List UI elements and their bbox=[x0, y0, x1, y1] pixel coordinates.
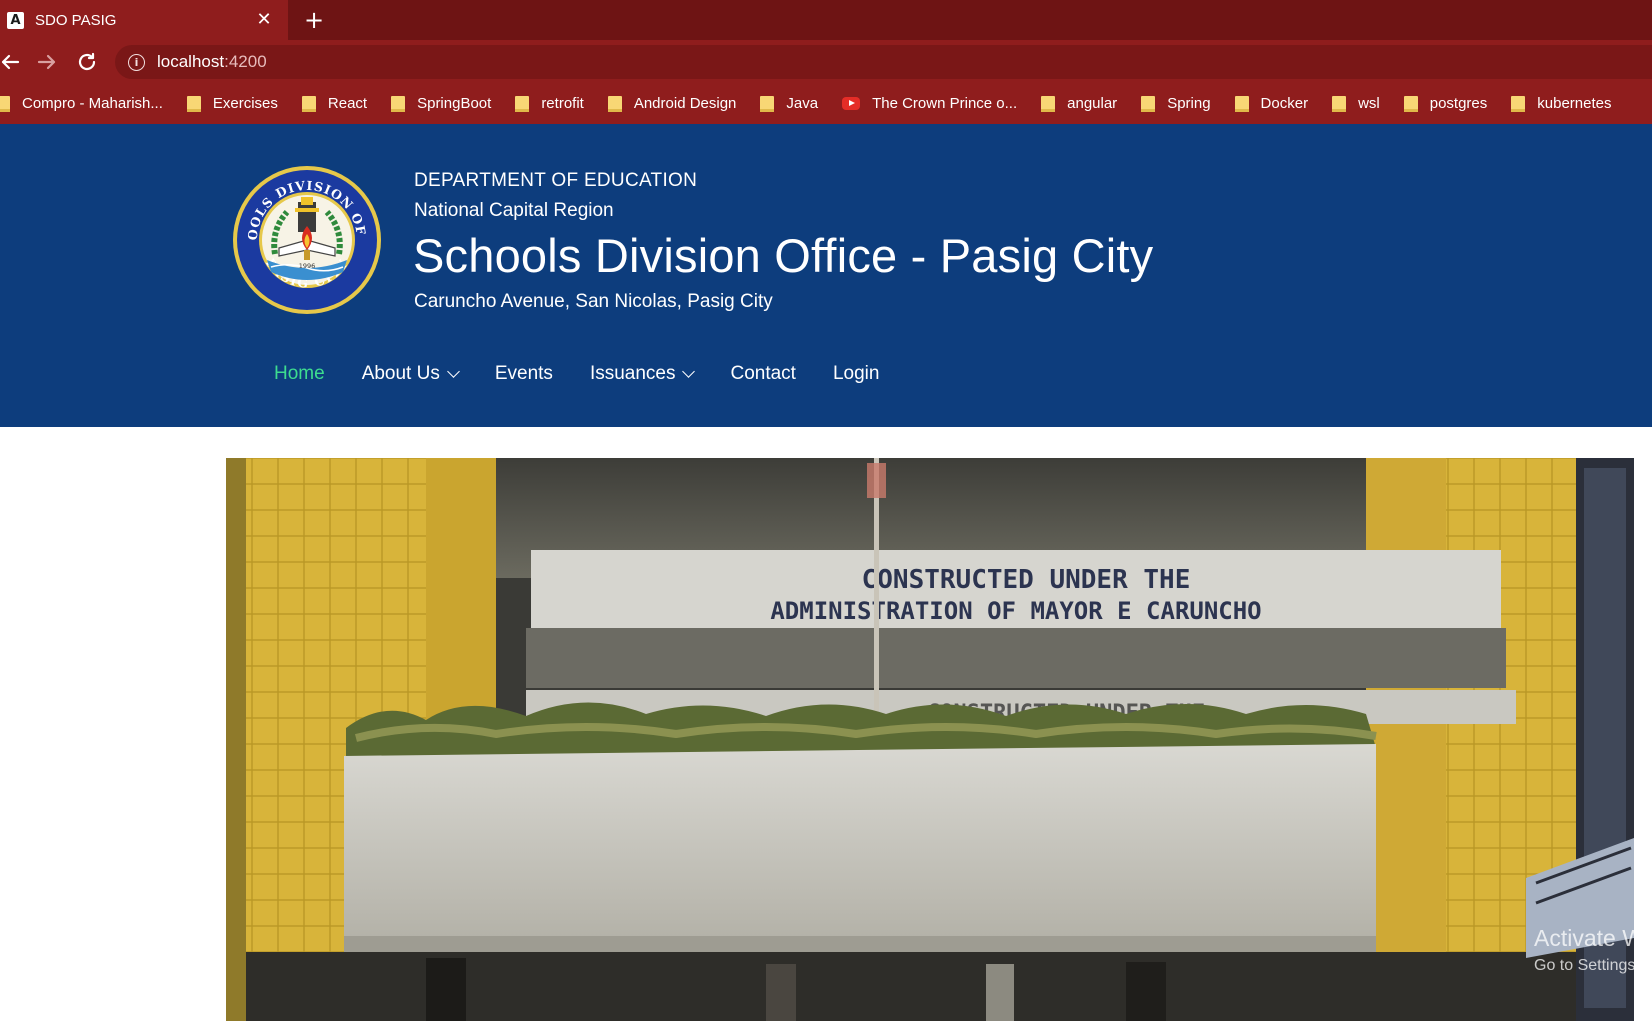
bookmark-label: kubernetes bbox=[1537, 94, 1612, 112]
bookmark-item[interactable]: Exercises bbox=[186, 94, 300, 112]
office-address: Caruncho Avenue, San Nicolas, Pasig City bbox=[414, 291, 773, 312]
nav-item-label: About Us bbox=[361, 363, 440, 384]
bookmark-label: Exercises bbox=[212, 94, 278, 112]
bookmark-item[interactable]: SpringBoot bbox=[391, 95, 513, 112]
bookmark-item[interactable]: kubernetes bbox=[1511, 95, 1633, 112]
close-tab-icon[interactable]: ✕ bbox=[254, 10, 274, 30]
chevron-down-icon bbox=[446, 365, 460, 378]
bookmark-item[interactable]: wsl bbox=[1332, 95, 1402, 112]
nav-item-login[interactable]: Login bbox=[833, 363, 880, 385]
nav-item-label: Issuances bbox=[589, 363, 676, 384]
main-navigation: Home About Us Events Issuances Contact Login bbox=[274, 359, 916, 389]
folder-icon bbox=[1041, 96, 1056, 112]
svg-text:1996: 1996 bbox=[299, 262, 316, 270]
nav-item-home[interactable]: Home bbox=[274, 363, 325, 385]
bookmark-item[interactable]: Spring bbox=[1141, 95, 1232, 112]
address-bar[interactable]: i localhost :4200 bbox=[115, 45, 1652, 79]
nav-item-label: Contact bbox=[730, 363, 796, 384]
folder-icon bbox=[186, 96, 201, 112]
folder-icon bbox=[1332, 96, 1347, 112]
svg-text:CONSTRUCTED UNDER THE: CONSTRUCTED UNDER THE bbox=[862, 565, 1191, 595]
bookmark-label: wsl bbox=[1358, 94, 1380, 112]
bookmark-label: Docker bbox=[1260, 94, 1309, 112]
bookmark-label: React bbox=[327, 94, 368, 112]
folder-icon bbox=[515, 96, 530, 112]
folder-icon bbox=[607, 96, 622, 112]
hero-building-photo: CONSTRUCTED UNDER THE ADMINISTRATION OF … bbox=[226, 458, 1634, 1021]
browser-tab-strip: A SDO PASIG ✕ + bbox=[0, 0, 1652, 40]
nav-item-issuances[interactable]: Issuances bbox=[589, 363, 696, 385]
nav-item-about-us[interactable]: About Us bbox=[361, 363, 460, 385]
site-info-icon[interactable]: i bbox=[128, 53, 145, 71]
bookmark-item[interactable]: postgres bbox=[1403, 94, 1510, 112]
bookmark-item[interactable]: Java bbox=[760, 95, 840, 112]
folder-icon bbox=[760, 96, 775, 112]
folder-icon bbox=[301, 96, 316, 112]
bookmark-label: Spring bbox=[1167, 94, 1211, 112]
sdo-pasig-seal-logo[interactable]: SCHOOLS DIVISION OFFICE PASIG CITY 1996 bbox=[231, 164, 383, 316]
nav-item-label: Login bbox=[832, 363, 880, 384]
nav-item-label: Events bbox=[494, 363, 553, 384]
folder-icon bbox=[1141, 96, 1156, 112]
bookmark-item[interactable]: angular bbox=[1041, 95, 1139, 112]
region-label: National Capital Region bbox=[414, 200, 614, 221]
folder-icon bbox=[1511, 96, 1526, 112]
youtube-icon bbox=[842, 96, 861, 110]
bookmark-label: The Crown Prince o... bbox=[872, 94, 1018, 112]
svg-text:ADMINISTRATION OF MAYOR E CARU: ADMINISTRATION OF MAYOR E CARUNCHO bbox=[770, 597, 1261, 625]
bookmark-item[interactable]: The Crown Prince o... bbox=[842, 95, 1039, 112]
folder-icon bbox=[0, 96, 10, 112]
department-label: DEPARTMENT OF EDUCATION bbox=[414, 170, 698, 191]
angular-favicon-icon: A bbox=[7, 11, 24, 29]
url-host: localhost bbox=[157, 52, 225, 71]
forward-arrow-icon[interactable] bbox=[35, 50, 59, 74]
chevron-down-icon bbox=[682, 365, 696, 378]
bookmark-item[interactable]: Android Design bbox=[607, 94, 759, 112]
nav-item-contact[interactable]: Contact bbox=[730, 363, 795, 385]
bookmark-label: angular bbox=[1067, 94, 1118, 112]
nav-item-events[interactable]: Events bbox=[495, 363, 553, 385]
reload-icon[interactable] bbox=[75, 50, 99, 74]
activate-windows-watermark: Activate W bbox=[1534, 925, 1644, 951]
bookmark-label: Android Design bbox=[633, 94, 737, 112]
go-to-settings-watermark: Go to Settings bbox=[1534, 957, 1636, 974]
tab-title: SDO PASIG bbox=[35, 11, 117, 29]
folder-icon bbox=[391, 96, 406, 112]
page-title: Schools Division Office - Pasig City bbox=[413, 229, 1154, 282]
bookmark-item[interactable]: React bbox=[301, 94, 389, 112]
nav-item-label: Home bbox=[274, 363, 325, 384]
bookmark-item[interactable]: Docker bbox=[1234, 94, 1331, 112]
back-arrow-icon[interactable] bbox=[0, 50, 22, 74]
folder-icon bbox=[1403, 96, 1418, 112]
bookmark-item[interactable]: retrofit bbox=[515, 95, 606, 112]
bookmark-item[interactable]: Compro - Maharish... bbox=[0, 95, 185, 112]
bookmark-label: postgres bbox=[1429, 94, 1488, 112]
browser-tab[interactable]: A SDO PASIG ✕ bbox=[0, 0, 288, 40]
bookmarks-bar: Compro - Maharish... Exercises React Spring… bbox=[0, 82, 1652, 124]
bookmark-label: retrofit bbox=[541, 94, 584, 112]
bookmark-label: Compro - Maharish... bbox=[22, 94, 163, 112]
bookmark-label: Java bbox=[786, 94, 819, 112]
folder-icon bbox=[1234, 96, 1249, 112]
url-port: :4200 bbox=[224, 52, 267, 71]
bookmark-label: SpringBoot bbox=[417, 94, 492, 112]
new-tab-icon[interactable]: + bbox=[304, 7, 324, 33]
